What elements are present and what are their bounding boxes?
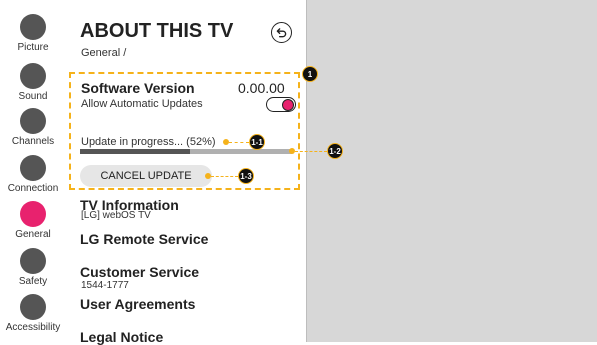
customer-service-sub: 1544-1777 (81, 280, 129, 291)
menu-item-lg-remote-service[interactable]: LG Remote Service (80, 231, 208, 247)
category-label: Channels (11, 136, 55, 147)
channels-icon (20, 108, 46, 134)
software-version-title: Software Version (81, 80, 195, 96)
menu-item-legal-notice[interactable]: Legal Notice (80, 329, 163, 345)
category-general[interactable]: General (0, 201, 66, 240)
menu-item-customer-service[interactable]: Customer Service (80, 264, 199, 280)
update-progress-fill (80, 149, 191, 154)
tv-information-sub: [LG] webOS TV (81, 210, 151, 221)
category-rail: Picture Sound Channels Connection Genera… (0, 0, 66, 342)
callout-line (295, 151, 327, 152)
category-label: General (15, 229, 51, 240)
category-label: Sound (18, 91, 48, 102)
toggle-knob (282, 99, 294, 111)
category-connection[interactable]: Connection (0, 155, 66, 194)
callout-badge-main: 1 (302, 66, 318, 82)
callout-badge-progress-bar: 1-2 (327, 143, 343, 159)
breadcrumb: General / (81, 47, 127, 59)
category-label: Safety (18, 276, 48, 287)
cancel-update-button[interactable]: CANCEL UPDATE (80, 165, 212, 187)
back-arrow-icon (276, 28, 287, 38)
category-label: Accessibility (5, 322, 61, 333)
category-sound[interactable]: Sound (0, 63, 66, 102)
safety-icon (20, 248, 46, 274)
category-safety[interactable]: Safety (0, 248, 66, 287)
accessibility-icon (20, 294, 46, 320)
callout-badge-cancel: 1-3 (238, 168, 254, 184)
callout-line (211, 176, 238, 177)
update-progress-label: Update in progress... (52%) (81, 136, 216, 148)
picture-icon (20, 14, 46, 40)
auto-updates-toggle[interactable] (266, 97, 296, 112)
update-progress-bar (80, 149, 292, 154)
back-button[interactable] (271, 22, 292, 43)
category-label: Connection (7, 183, 59, 194)
connection-icon (20, 155, 46, 181)
sound-icon (20, 63, 46, 89)
callout-line (229, 142, 249, 143)
page-title: ABOUT THIS TV (80, 20, 234, 42)
software-version-value: 0.00.00 (238, 80, 285, 96)
general-icon (20, 201, 46, 227)
preview-area (307, 0, 597, 342)
callout-badge-progress-label: 1-1 (249, 134, 265, 150)
category-channels[interactable]: Channels (0, 108, 66, 147)
category-accessibility[interactable]: Accessibility (0, 294, 66, 333)
category-picture[interactable]: Picture (0, 14, 66, 53)
menu-item-user-agreements[interactable]: User Agreements (80, 296, 195, 312)
auto-updates-label: Allow Automatic Updates (81, 98, 203, 110)
category-label: Picture (17, 42, 49, 53)
